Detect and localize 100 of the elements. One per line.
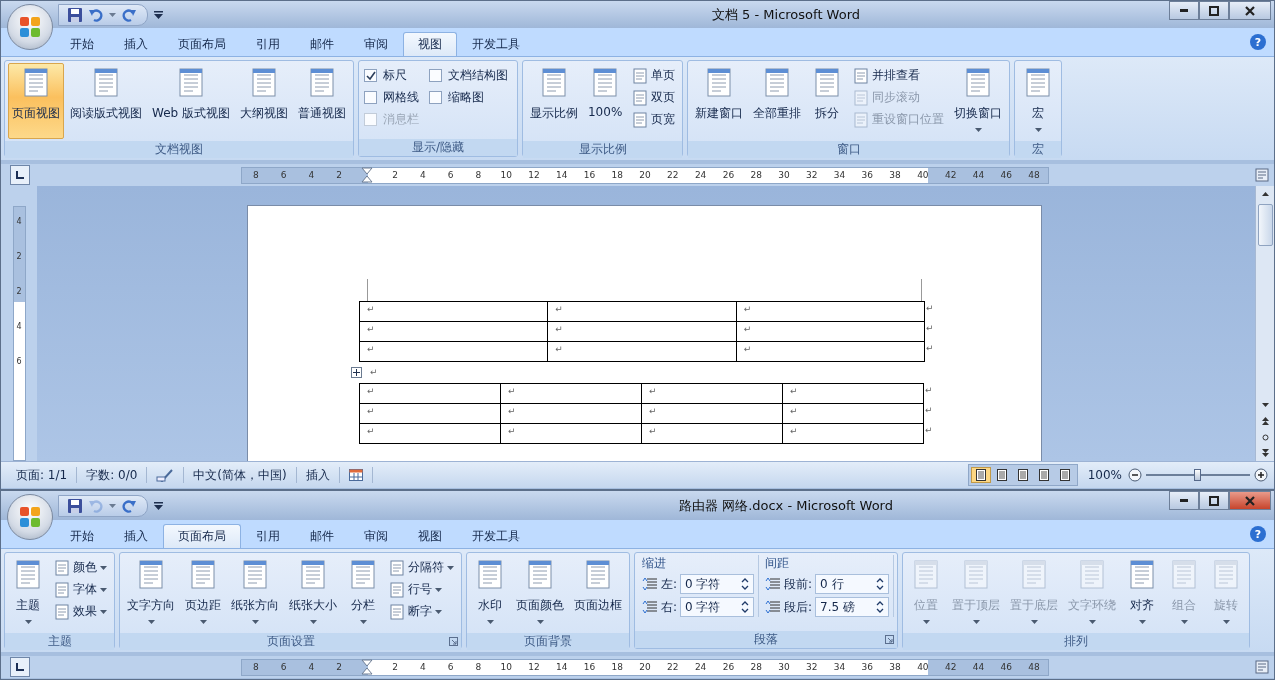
ribbon-button[interactable]: Web 版式视图 <box>148 63 234 139</box>
ribbon-tab[interactable]: 插入 <box>109 524 163 548</box>
ribbon-button[interactable]: 并排查看 <box>851 65 947 86</box>
status-text[interactable]: 插入 <box>296 467 340 483</box>
maximize-button[interactable] <box>1199 1 1229 20</box>
ribbon-button[interactable]: 宏 <box>1018 63 1059 139</box>
ribbon-tab[interactable]: 开始 <box>55 32 109 56</box>
ribbon-button[interactable]: 颜色 <box>52 557 109 578</box>
minimize-button[interactable] <box>1169 491 1199 510</box>
redo-icon[interactable] <box>121 497 137 514</box>
ribbon-button[interactable]: 断字 <box>387 601 456 622</box>
ribbon-button[interactable]: 纸张方向 <box>227 555 283 631</box>
ribbon-button[interactable]: 页边距 <box>181 555 225 631</box>
scroll-thumb[interactable] <box>1257 204 1273 246</box>
page-icon <box>853 67 870 84</box>
spinner-arrows-icon[interactable] <box>876 577 885 591</box>
section-heading: 缩进 <box>642 555 667 571</box>
ribbon-button[interactable]: 页面边框 <box>570 555 626 631</box>
close-icon <box>1245 495 1255 506</box>
ribbon-tab[interactable]: 引用 <box>241 524 295 548</box>
spinner-arrows-icon[interactable] <box>741 600 750 614</box>
status-text[interactable]: 中文(简体，中国) <box>184 467 297 483</box>
minimize-button[interactable] <box>1169 1 1199 20</box>
save-icon[interactable] <box>67 6 83 23</box>
checkbox[interactable]: 文档结构图 <box>429 65 512 86</box>
grid-icon[interactable] <box>348 469 363 481</box>
ribbon-tab[interactable]: 审阅 <box>349 32 403 56</box>
ribbon-tab[interactable]: 开发工具 <box>457 32 535 56</box>
ribbon-tab[interactable]: 审阅 <box>349 524 403 548</box>
spinner-arrows-icon[interactable] <box>741 577 750 591</box>
ribbon-button[interactable]: 切换窗口 <box>950 63 1007 139</box>
ribbon-button[interactable]: 页面视图 <box>8 63 64 139</box>
dialog-launcher-icon[interactable] <box>449 637 458 646</box>
zoom-in-button[interactable] <box>1254 468 1268 482</box>
ribbon-button[interactable]: 全部重排 <box>749 63 806 139</box>
move-handle-icon[interactable] <box>351 366 362 378</box>
caret-icon[interactable] <box>109 503 116 508</box>
customize-toolbar-icon[interactable] <box>154 10 163 19</box>
view-button[interactable] <box>970 467 991 483</box>
ribbon-button[interactable]: 文字方向 <box>123 555 179 631</box>
ribbon-button[interactable]: 双页 <box>630 87 678 108</box>
ribbon-tab[interactable]: 开始 <box>55 524 109 548</box>
ribbon-button[interactable]: 字体 <box>52 579 109 600</box>
ribbon-button[interactable]: 单页 <box>630 65 678 86</box>
ribbon-tab[interactable]: 开发工具 <box>457 524 535 548</box>
zoom-level[interactable]: 100% <box>1087 468 1122 482</box>
save-icon[interactable] <box>67 497 83 514</box>
ribbon-button[interactable]: 大纲视图 <box>236 63 292 139</box>
tab-selector-button[interactable] <box>10 657 30 677</box>
ribbon-button[interactable]: 新建窗口 <box>691 63 748 139</box>
ribbon-button[interactable]: 拆分 <box>807 63 848 139</box>
ribbon-button[interactable]: 纸张大小 <box>285 555 341 631</box>
checkbox[interactable]: 网格线 <box>364 87 423 108</box>
spin-field[interactable]: 0 字符 <box>680 574 755 594</box>
ribbon-button[interactable]: 普通视图 <box>294 63 350 139</box>
ribbon-button[interactable]: 页面颜色 <box>512 555 568 631</box>
ribbon-tab[interactable]: 视图 <box>403 32 457 56</box>
zoom-out-button[interactable] <box>1128 468 1142 482</box>
group-label: 宏 <box>1032 141 1045 158</box>
spinner-arrows-icon[interactable] <box>876 600 885 614</box>
close-button[interactable] <box>1229 491 1271 510</box>
checkbox[interactable]: 标尺 <box>364 65 423 86</box>
ribbon-tab[interactable]: 邮件 <box>295 32 349 56</box>
ribbon-tab[interactable]: 邮件 <box>295 524 349 548</box>
help-button[interactable]: ? <box>1250 34 1266 50</box>
close-button[interactable] <box>1229 1 1271 20</box>
ribbon-button[interactable]: 行号 <box>387 579 456 600</box>
ribbon-button[interactable]: 页宽 <box>630 109 678 130</box>
ribbon-button[interactable]: 显示比例 <box>526 63 582 139</box>
ribbon-button[interactable]: 100% <box>584 63 627 139</box>
redo-icon[interactable] <box>121 6 137 23</box>
spin-field[interactable]: 7.5 磅 <box>815 597 890 617</box>
ribbon-tab[interactable]: 页面布局 <box>163 524 241 548</box>
caret-icon[interactable] <box>109 12 116 17</box>
tab-selector-button[interactable] <box>10 165 30 185</box>
maximize-button[interactable] <box>1199 491 1229 510</box>
status-text[interactable]: 字数: 0/0 <box>77 467 148 483</box>
ribbon-tab[interactable]: 视图 <box>403 524 457 548</box>
undo-icon[interactable] <box>88 6 104 23</box>
status-text[interactable]: 页面: 1/1 <box>7 467 78 483</box>
spin-field[interactable]: 0 字符 <box>680 597 755 617</box>
help-button[interactable]: ? <box>1250 526 1266 542</box>
ribbon-button[interactable]: 效果 <box>52 601 109 622</box>
dialog-launcher-icon[interactable] <box>885 635 895 644</box>
ribbon-button[interactable]: 对齐 <box>1122 555 1163 631</box>
ribbon-tab[interactable]: 插入 <box>109 32 163 56</box>
ribbon-tab[interactable]: 页面布局 <box>163 32 241 56</box>
ribbon-button[interactable]: 主题 <box>8 555 48 631</box>
pen-check-icon[interactable] <box>156 468 175 482</box>
ribbon-tab[interactable]: 引用 <box>241 32 295 56</box>
checkbox[interactable]: 缩略图 <box>429 87 512 108</box>
customize-toolbar-icon[interactable] <box>154 501 163 510</box>
slider-thumb[interactable] <box>1194 469 1201 481</box>
office-logo-icon <box>18 15 42 39</box>
ribbon-button[interactable]: 阅读版式视图 <box>66 63 146 139</box>
spin-field[interactable]: 0 行 <box>815 574 890 594</box>
ruler-number: 18 <box>610 662 624 672</box>
ribbon-button[interactable]: 水印 <box>470 555 510 631</box>
ribbon-button[interactable]: 分栏 <box>343 555 383 631</box>
ribbon-button[interactable]: 分隔符 <box>387 557 456 578</box>
